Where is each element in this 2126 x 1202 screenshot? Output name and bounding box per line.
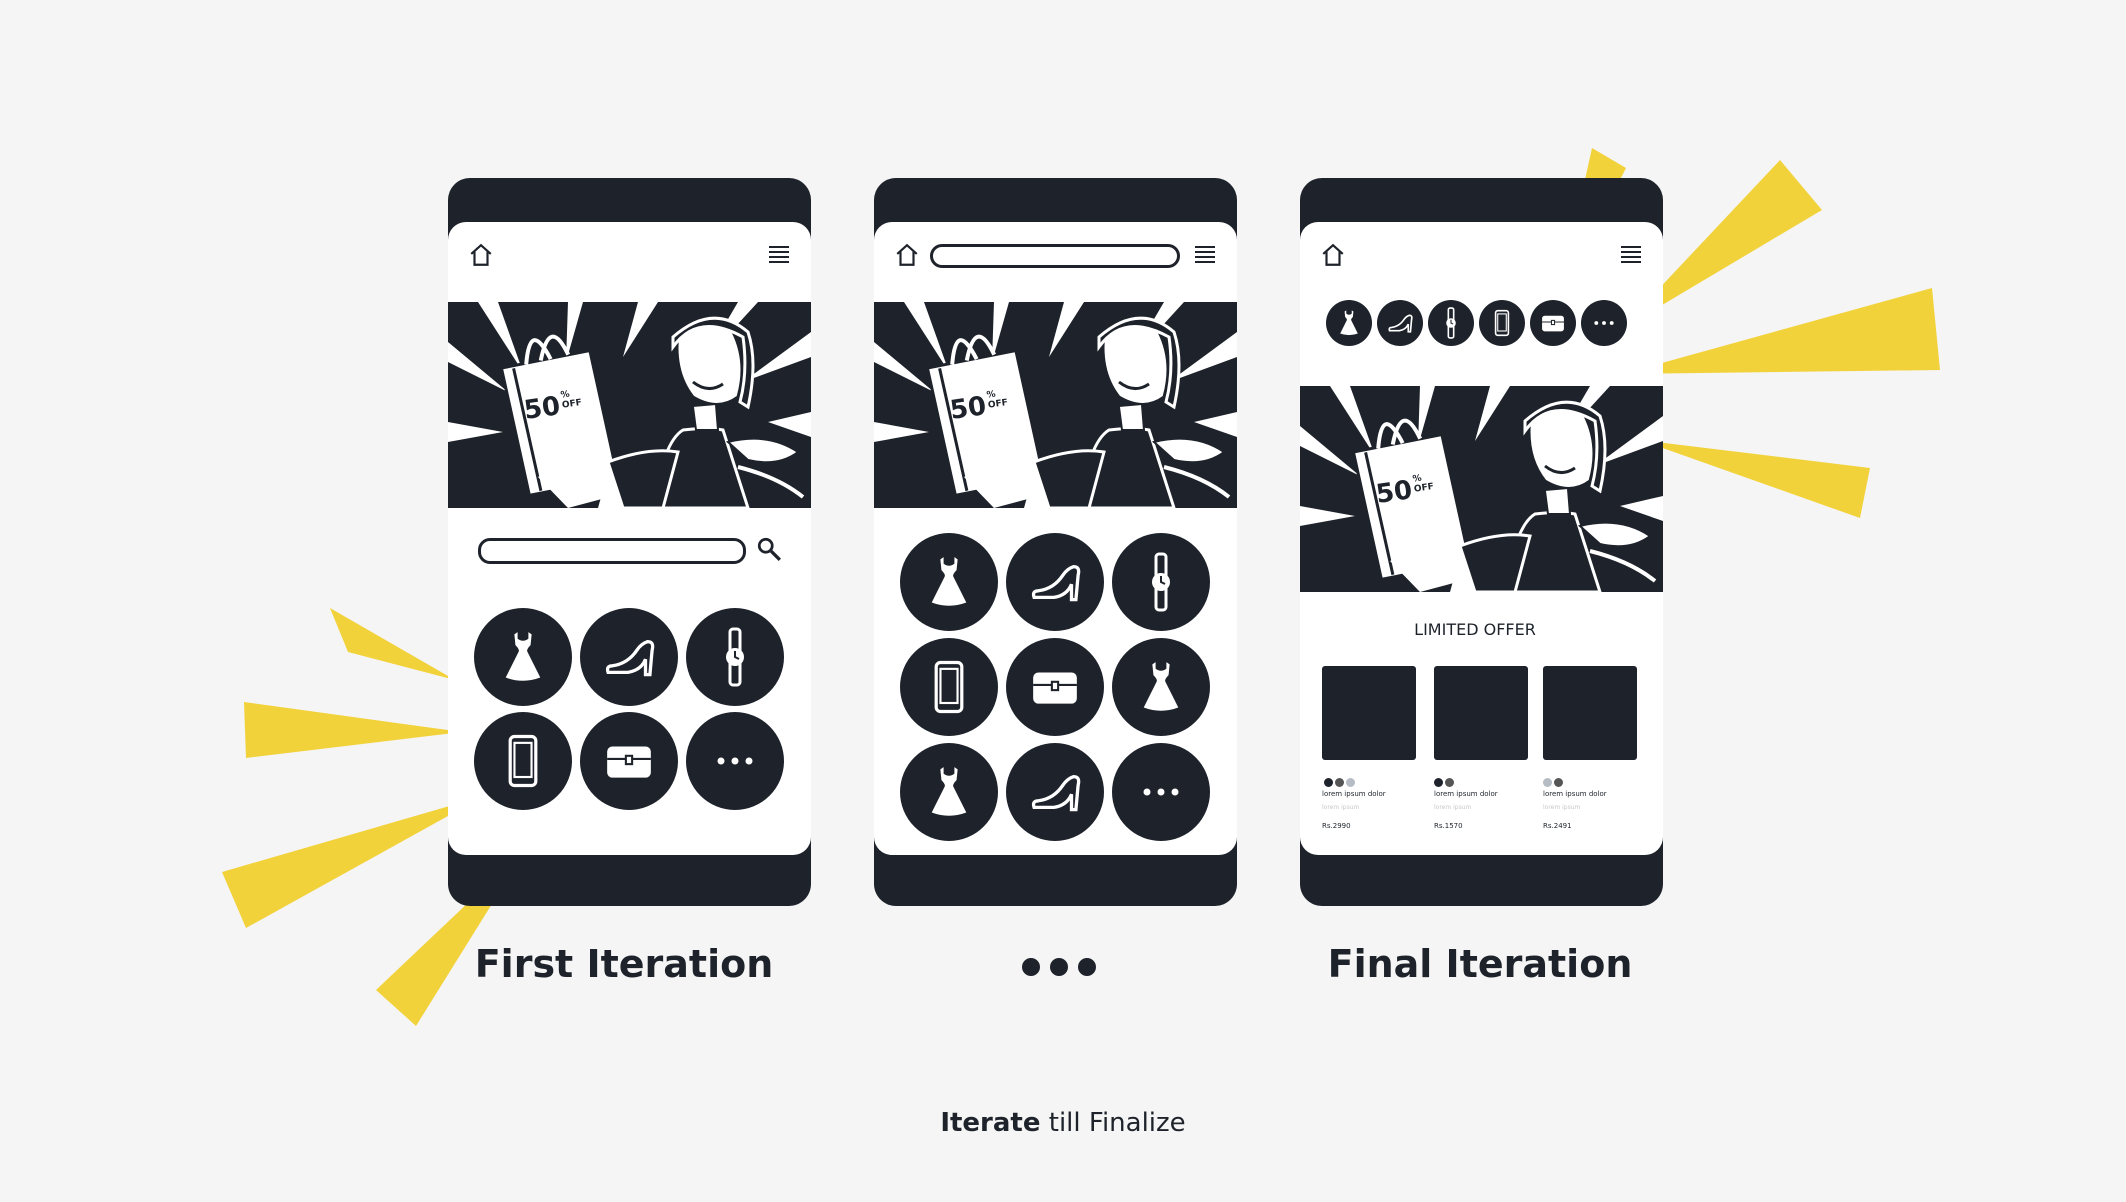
category-more[interactable] bbox=[1112, 743, 1210, 841]
banner-illustration bbox=[448, 302, 811, 508]
dress-icon bbox=[501, 630, 545, 684]
menu-icon[interactable] bbox=[767, 242, 791, 266]
more-icon bbox=[1140, 787, 1182, 797]
dress-icon bbox=[1338, 309, 1360, 337]
promo-banner[interactable]: 50 % OFF bbox=[1300, 386, 1663, 592]
category-bag[interactable] bbox=[1530, 300, 1576, 346]
banner-discount: 50 bbox=[522, 391, 563, 426]
phone-screen: 50 % OFF LIMITED OFFER lorem ipsum dolor… bbox=[1300, 222, 1663, 855]
category-phone[interactable] bbox=[474, 712, 572, 810]
heel-icon bbox=[1027, 770, 1083, 814]
home-icon[interactable] bbox=[1320, 242, 1346, 268]
dot bbox=[1022, 958, 1040, 976]
heel-icon bbox=[1027, 560, 1083, 604]
phone-screen: 50 % OFF bbox=[874, 222, 1237, 855]
menu-icon[interactable] bbox=[1193, 242, 1217, 266]
search-icon[interactable] bbox=[756, 536, 782, 562]
bag-icon bbox=[1540, 312, 1566, 334]
home-icon[interactable] bbox=[468, 242, 494, 268]
phone-middle-iteration: 50 % OFF bbox=[874, 178, 1237, 906]
heel-icon bbox=[601, 635, 657, 679]
color-swatches[interactable] bbox=[1434, 772, 1456, 791]
search-input[interactable] bbox=[478, 538, 746, 564]
watch-icon bbox=[1443, 307, 1459, 339]
more-icon bbox=[714, 756, 756, 766]
category-dress[interactable] bbox=[474, 608, 572, 706]
phone-icon bbox=[507, 733, 539, 789]
category-heels[interactable] bbox=[1006, 743, 1104, 841]
category-dress[interactable] bbox=[1326, 300, 1372, 346]
footer-bold: Iterate bbox=[940, 1108, 1041, 1138]
footer-caption: Iterate till Finalize bbox=[0, 1108, 2126, 1138]
product-name: lorem ipsum dolor bbox=[1322, 790, 1386, 798]
dress-icon bbox=[927, 765, 971, 819]
heel-icon bbox=[1386, 312, 1414, 334]
product-name: lorem ipsum dolor bbox=[1543, 790, 1607, 798]
product-sub: lorem ipsum bbox=[1543, 804, 1581, 811]
banner-off: OFF bbox=[1413, 482, 1435, 495]
category-bag[interactable] bbox=[1006, 638, 1104, 736]
product-price: Rs.2990 bbox=[1322, 822, 1351, 830]
product-price: Rs.1570 bbox=[1434, 822, 1463, 830]
caption-final-iteration: Final Iteration bbox=[1327, 942, 1633, 986]
category-dress[interactable] bbox=[900, 743, 998, 841]
phone-screen: 50 % OFF bbox=[448, 222, 811, 855]
product-name: lorem ipsum dolor bbox=[1434, 790, 1498, 798]
product-image[interactable] bbox=[1322, 666, 1416, 760]
product-price: Rs.2491 bbox=[1543, 822, 1572, 830]
banner-discount: 50 bbox=[1374, 475, 1415, 510]
bag-icon bbox=[603, 740, 655, 782]
watch-icon bbox=[1146, 552, 1176, 612]
dot bbox=[1050, 958, 1068, 976]
category-phone[interactable] bbox=[900, 638, 998, 736]
footer-rest: till Finalize bbox=[1040, 1108, 1186, 1138]
category-heels[interactable] bbox=[1006, 533, 1104, 631]
category-dress[interactable] bbox=[1112, 638, 1210, 736]
menu-icon[interactable] bbox=[1619, 242, 1643, 266]
phone-icon bbox=[1494, 309, 1510, 337]
product-sub: lorem ipsum bbox=[1322, 804, 1360, 811]
search-input[interactable] bbox=[930, 244, 1180, 268]
home-icon[interactable] bbox=[894, 242, 920, 268]
banner-illustration bbox=[1300, 386, 1663, 592]
watch-icon bbox=[720, 627, 750, 687]
phone-first-iteration: 50 % OFF bbox=[448, 178, 811, 906]
product-image[interactable] bbox=[1543, 666, 1637, 760]
banner-illustration bbox=[874, 302, 1237, 508]
caption-first-iteration: First Iteration bbox=[474, 942, 774, 986]
product-image[interactable] bbox=[1434, 666, 1528, 760]
banner-discount: 50 bbox=[948, 391, 989, 426]
section-title: LIMITED OFFER bbox=[1414, 620, 1536, 639]
category-watch[interactable] bbox=[686, 608, 784, 706]
category-watch[interactable] bbox=[1428, 300, 1474, 346]
promo-banner[interactable]: 50 % OFF bbox=[448, 302, 811, 508]
phone-final-iteration: 50 % OFF LIMITED OFFER lorem ipsum dolor… bbox=[1300, 178, 1663, 906]
banner-off: OFF bbox=[561, 398, 583, 411]
dress-icon bbox=[927, 555, 971, 609]
color-swatches[interactable] bbox=[1324, 772, 1357, 791]
category-bag[interactable] bbox=[580, 712, 678, 810]
banner-off: OFF bbox=[987, 398, 1009, 411]
more-icon bbox=[1593, 320, 1615, 326]
color-swatches[interactable] bbox=[1543, 772, 1565, 791]
category-watch[interactable] bbox=[1112, 533, 1210, 631]
category-heels[interactable] bbox=[1377, 300, 1423, 346]
dress-icon bbox=[1139, 660, 1183, 714]
ellipsis-dots bbox=[1022, 958, 1096, 976]
category-dress[interactable] bbox=[900, 533, 998, 631]
category-more[interactable] bbox=[1581, 300, 1627, 346]
category-heels[interactable] bbox=[580, 608, 678, 706]
dot bbox=[1078, 958, 1096, 976]
category-phone[interactable] bbox=[1479, 300, 1525, 346]
bag-icon bbox=[1029, 666, 1081, 708]
product-sub: lorem ipsum bbox=[1434, 804, 1472, 811]
phone-icon bbox=[933, 659, 965, 715]
category-more[interactable] bbox=[686, 712, 784, 810]
promo-banner[interactable]: 50 % OFF bbox=[874, 302, 1237, 508]
